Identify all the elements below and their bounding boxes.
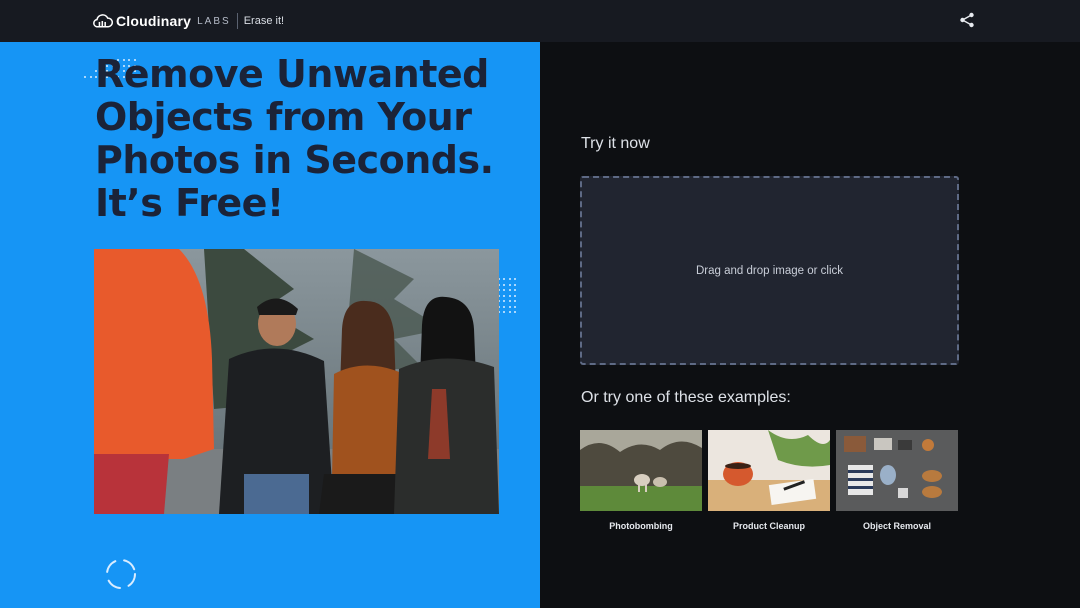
- decorative-dot: [508, 283, 511, 286]
- decorative-dot: [514, 278, 516, 280]
- examples-heading: Or try one of these examples:: [581, 389, 791, 406]
- try-now-heading: Try it now: [581, 135, 650, 152]
- example-label: Product Cleanup: [732, 521, 805, 531]
- example-object-removal[interactable]: Object Removal: [836, 430, 958, 531]
- brand-labs: LABS: [197, 15, 231, 27]
- decorative-dot: [503, 311, 505, 313]
- brand-divider: [236, 13, 238, 29]
- decorative-dot: [508, 278, 511, 280]
- decorative-dot: [508, 300, 511, 302]
- brand-logo[interactable]: Cloudinary LABS Erase it!: [92, 12, 284, 30]
- decorative-dot: [503, 300, 505, 302]
- example-thumbnail-product-cleanup: [708, 430, 830, 511]
- decorative-dot: [508, 305, 511, 308]
- decorative-dot: [89, 75, 92, 78]
- decorative-dot: [514, 311, 516, 313]
- decorative-dot: [514, 305, 516, 308]
- example-photobombing[interactable]: Photobombing: [580, 430, 702, 531]
- cloud-logo-icon: [93, 14, 113, 28]
- product-name: Erase it!: [243, 15, 285, 27]
- example-thumbnail-object-removal: [836, 430, 958, 511]
- decorative-dot: [514, 294, 516, 297]
- example-product-cleanup[interactable]: Product Cleanup: [708, 430, 830, 531]
- decorative-dot: [503, 305, 505, 308]
- decorative-dot: [514, 300, 516, 302]
- image-dropzone[interactable]: Drag and drop image or click: [580, 176, 959, 365]
- brand-name: Cloudinary: [116, 13, 192, 29]
- decorative-dot: [503, 278, 505, 280]
- decorative-dot: [503, 283, 505, 286]
- hero-title: Remove Unwanted Objects from Your Photos…: [95, 52, 494, 225]
- decorative-dot: [508, 289, 511, 291]
- decorative-dot: [508, 294, 511, 297]
- top-navbar: Cloudinary LABS Erase it!: [0, 0, 1080, 42]
- dropzone-text: Drag and drop image or click: [695, 264, 843, 277]
- hero-demo-photo[interactable]: [94, 249, 499, 514]
- share-icon[interactable]: [959, 12, 975, 28]
- decorative-dot: [514, 289, 516, 291]
- decorative-dot: [503, 294, 505, 297]
- decorative-dot: [84, 75, 86, 78]
- decorative-dot: [503, 289, 505, 291]
- example-label: Photobombing: [609, 521, 673, 531]
- decorative-dot: [508, 311, 511, 313]
- loading-spinner-icon: [106, 559, 136, 589]
- example-thumbnail-photobombing: [580, 430, 702, 511]
- example-label: Object Removal: [862, 521, 932, 531]
- decorative-dot: [514, 283, 516, 286]
